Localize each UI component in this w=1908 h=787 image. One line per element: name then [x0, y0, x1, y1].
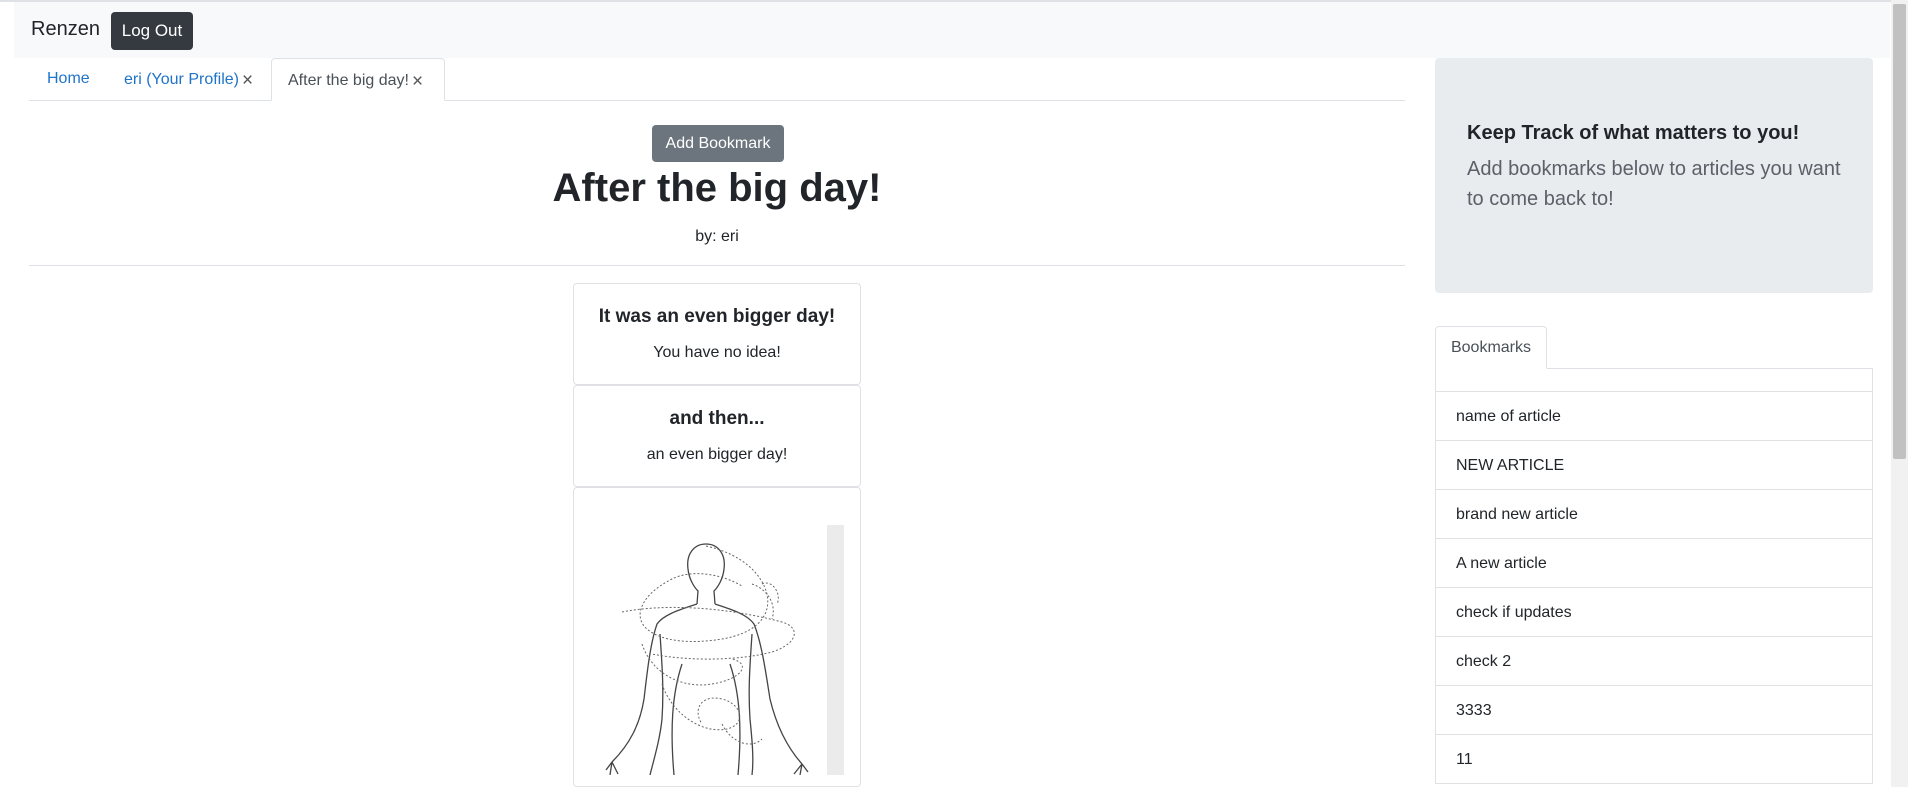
logout-button[interactable]: Log Out [111, 12, 193, 50]
tab-home[interactable]: Home [47, 58, 90, 100]
article-tabs: Home eri (Your Profile) × After the big d… [29, 58, 1405, 101]
bookmarks-list: name of article NEW ARTICLE brand new ar… [1435, 368, 1873, 784]
bookmark-item[interactable]: 3333 [1436, 686, 1872, 735]
bookmark-item[interactable]: 11 [1436, 735, 1872, 784]
tab-bookmarks[interactable]: Bookmarks [1435, 326, 1547, 369]
page: Renzen Log Out Home eri (Your Profile) × … [0, 0, 1908, 787]
tab-profile-label: eri (Your Profile) [124, 71, 240, 88]
card-title: and then... [669, 408, 765, 429]
navbar: Renzen Log Out [14, 2, 1890, 58]
bookmark-item[interactable]: NEW ARTICLE [1436, 441, 1872, 490]
card-text: an even bigger day! [646, 446, 788, 463]
add-bookmark-button[interactable]: Add Bookmark [652, 125, 784, 162]
bookmark-item[interactable]: brand new article [1436, 490, 1872, 539]
tab-article[interactable]: After the big day! × [271, 58, 445, 101]
brand-link[interactable]: Renzen [31, 18, 100, 41]
bookmark-item[interactable]: check if updates [1436, 588, 1872, 637]
card-text: You have no idea! [653, 344, 781, 361]
article-card: and then... an even bigger day! [573, 385, 861, 487]
bookmark-item[interactable]: A new article [1436, 539, 1872, 588]
intro-text: Add bookmarks below to articles you want… [1467, 158, 1841, 210]
article-card: It was an even bigger day! You have no i… [573, 283, 861, 385]
image-scrollbar[interactable] [827, 525, 844, 775]
article-divider [29, 265, 1405, 266]
tab-home-label: Home [47, 70, 90, 87]
bookmarks-tabs: Bookmarks [1435, 326, 1873, 369]
bookmarks-intro-panel: Keep Track of what matters to you! Add b… [1435, 58, 1873, 293]
bookmark-item[interactable]: check 2 [1436, 637, 1872, 686]
tab-profile[interactable]: eri (Your Profile) × [124, 58, 253, 100]
close-icon[interactable]: × [412, 61, 423, 103]
tab-article-label: After the big day! [288, 72, 409, 89]
article-title: After the big day! [552, 166, 882, 210]
bookmark-item[interactable]: name of article [1436, 392, 1872, 441]
figure-sketch-image [602, 524, 830, 775]
intro-heading: Keep Track of what matters to you! [1467, 122, 1800, 144]
page-scrollbar-thumb[interactable] [1893, 4, 1906, 459]
article-image-card [573, 487, 861, 787]
close-icon[interactable]: × [242, 60, 253, 102]
list-item [1436, 368, 1872, 392]
card-title: It was an even bigger day! [598, 306, 836, 327]
article-byline: by: eri [695, 228, 739, 245]
